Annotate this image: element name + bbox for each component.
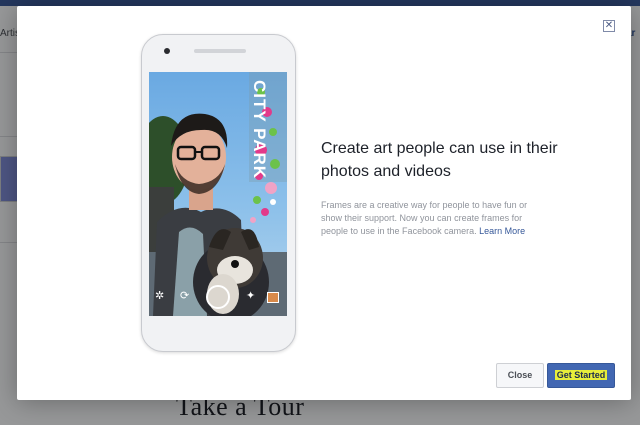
camera-controls: ✲ ⟳ ✦ (149, 278, 287, 316)
shutter-button-icon (206, 285, 230, 309)
effects-icon: ✦ (246, 290, 256, 302)
dialog-title: Create art people can use in their photo… (321, 140, 558, 180)
phone-speaker (194, 49, 246, 53)
switch-camera-icon: ⟳ (180, 290, 190, 302)
phone-illustration: CITY PARK ✲ ⟳ ✦ (141, 34, 296, 352)
close-x-icon[interactable]: ✕ (603, 20, 615, 32)
frames-intro-dialog: ✕ CITY PARK ✲ ⟳ ✦ Create art people can … (17, 6, 631, 400)
get-started-button[interactable]: Get Started (547, 363, 615, 388)
frame-city-park-text: CITY PARK (250, 80, 269, 180)
learn-more-link[interactable]: Learn More (479, 226, 525, 236)
close-button[interactable]: Close (496, 363, 544, 388)
get-started-label: Get Started (554, 370, 608, 380)
dialog-description: Frames are a creative way for people to … (321, 199, 533, 237)
settings-icon: ✲ (155, 290, 165, 302)
phone-camera-icon (164, 48, 170, 54)
gallery-icon (267, 292, 279, 303)
phone-screen: CITY PARK ✲ ⟳ ✦ (149, 72, 287, 316)
